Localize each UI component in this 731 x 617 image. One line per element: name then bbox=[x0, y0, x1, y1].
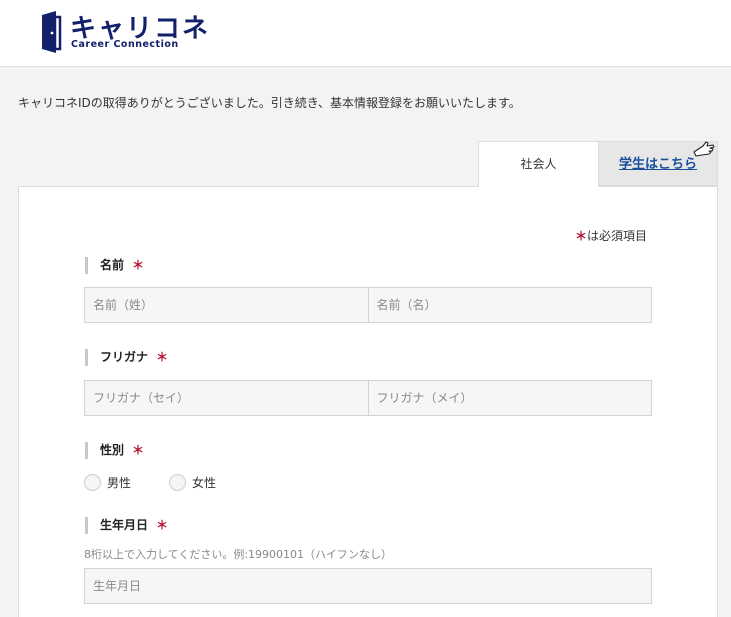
birthdate-label: 生年月日 ＊ bbox=[85, 517, 168, 534]
gender-option-female[interactable]: 女性 bbox=[169, 473, 217, 491]
last-name-kana-input[interactable]: フリガナ（セイ） bbox=[84, 380, 369, 416]
furigana-inputs: フリガナ（セイ） フリガナ（メイ） bbox=[84, 380, 652, 416]
first-name-input[interactable]: 名前（名） bbox=[368, 287, 652, 323]
birthdate-label-text: 生年月日 bbox=[100, 518, 149, 532]
gender-required-mark: ＊ bbox=[132, 443, 145, 457]
intro-message: キャリコネIDの取得ありがとうございました。引き続き、基本情報登録をお願いいたし… bbox=[18, 96, 521, 110]
female-label: 女性 bbox=[192, 475, 217, 490]
male-label: 男性 bbox=[107, 475, 132, 490]
name-label-text: 名前 bbox=[100, 258, 125, 272]
required-note-text: は必須項目 bbox=[587, 229, 648, 243]
first-name-kana-input[interactable]: フリガナ（メイ） bbox=[368, 380, 652, 416]
birthdate-inputs: 生年月日 bbox=[84, 568, 652, 604]
gender-label: 性別 ＊ bbox=[85, 442, 144, 459]
name-label: 名前 ＊ bbox=[85, 257, 144, 274]
name-required-mark: ＊ bbox=[132, 258, 145, 272]
birthdate-hint: 8桁以上で入力してください。例:19900101（ハイフンなし） bbox=[84, 548, 393, 561]
logo-subtitle: Career Connection bbox=[71, 39, 179, 50]
site-header: キャリコネ Career Connection bbox=[0, 0, 731, 67]
name-inputs: 名前（姓） 名前（名） bbox=[84, 287, 652, 323]
last-name-input[interactable]: 名前（姓） bbox=[84, 287, 369, 323]
gender-option-male[interactable]: 男性 bbox=[84, 473, 132, 491]
tab-working-adult[interactable]: 社会人 bbox=[478, 141, 599, 187]
gender-label-text: 性別 bbox=[100, 443, 125, 457]
required-mark: ＊ bbox=[575, 229, 588, 243]
birthdate-required-mark: ＊ bbox=[156, 518, 169, 532]
pointing-hand-icon bbox=[693, 141, 715, 157]
door-icon bbox=[42, 11, 62, 53]
furigana-required-mark: ＊ bbox=[156, 350, 169, 364]
female-radio[interactable] bbox=[169, 473, 187, 491]
tab-label: 社会人 bbox=[520, 157, 557, 171]
male-radio[interactable] bbox=[84, 473, 101, 491]
student-link[interactable]: 学生はこちら bbox=[619, 157, 697, 172]
logo[interactable]: キャリコネ Career Connection bbox=[40, 10, 210, 56]
furigana-label-text: フリガナ bbox=[100, 350, 149, 364]
gender-options: 男性 女性 bbox=[84, 472, 254, 492]
birthdate-input[interactable]: 生年月日 bbox=[84, 568, 652, 604]
furigana-label: フリガナ ＊ bbox=[85, 349, 168, 366]
required-note: ＊は必須項目 bbox=[575, 227, 647, 244]
